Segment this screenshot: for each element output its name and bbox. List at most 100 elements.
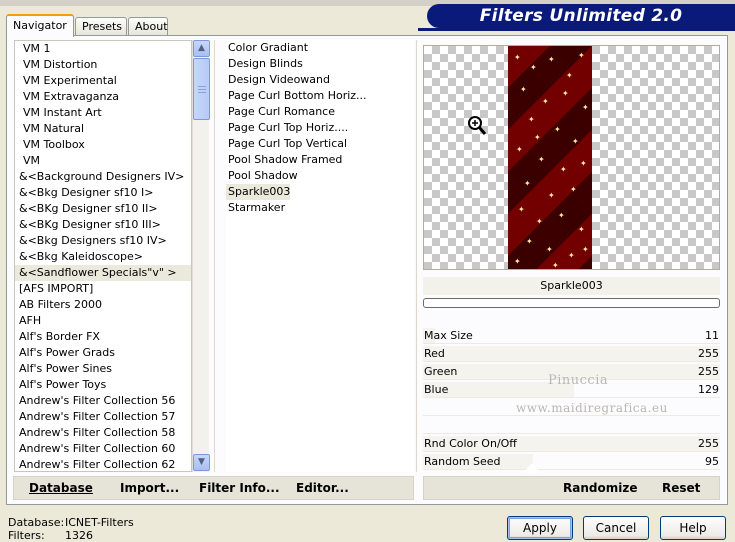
preview-image: ✦ ✦ ✦ ✦ ✦ ✦ ✦ ✦ ✦ ✦ ✦ ✦ ✦ ✦ ✦ ✦ ✦ ✦ ✦ ✦ ✦ ✦ ✦ ✦ ✦ ✦ ✦ ✦ ✦ ✦ bbox=[508, 46, 592, 270]
category-item[interactable]: VM Experimental bbox=[15, 73, 191, 89]
apply-button[interactable]: Apply bbox=[507, 516, 573, 540]
category-item[interactable]: VM Toolbox bbox=[15, 137, 191, 153]
preset-toolbar: Randomize Reset bbox=[423, 476, 720, 500]
param-slider[interactable]: Rnd Color On/Off 255 bbox=[423, 436, 720, 452]
slider-handle[interactable] bbox=[523, 463, 541, 473]
category-item[interactable]: VM Instant Art bbox=[15, 105, 191, 121]
filter-toolbar: Database Import... Filter Info... Editor… bbox=[13, 476, 414, 500]
filter-item[interactable]: Pool Shadow Framed bbox=[226, 152, 342, 168]
param-value: 129 bbox=[698, 383, 719, 396]
category-item[interactable]: VM Extravaganza bbox=[15, 89, 191, 105]
category-list[interactable]: VM 1 VM Distortion VM Experimental VM Extra… bbox=[14, 40, 192, 472]
tab-navigator[interactable]: Navigator bbox=[6, 14, 74, 37]
category-item[interactable]: VM 1 bbox=[15, 41, 191, 57]
sparkle-mark: ✦ bbox=[534, 133, 541, 142]
category-scrollbar[interactable]: ▲ ▼ bbox=[192, 40, 210, 472]
param-label: Max Size bbox=[424, 329, 473, 342]
filter-item[interactable]: Page Curl Top Vertical bbox=[226, 136, 347, 152]
param-value: 11 bbox=[705, 329, 719, 342]
randomize-button[interactable]: Randomize bbox=[563, 481, 637, 495]
zoom-icon[interactable] bbox=[467, 115, 487, 137]
sparkle-mark: ✦ bbox=[528, 115, 535, 124]
database-button[interactable]: Database bbox=[29, 481, 93, 495]
sparkle-mark: ✦ bbox=[570, 185, 577, 194]
import-button[interactable]: Import... bbox=[120, 481, 179, 495]
category-item[interactable]: VM Distortion bbox=[15, 57, 191, 73]
param-slider[interactable]: Red 255 bbox=[423, 346, 720, 362]
category-item[interactable]: AFH bbox=[15, 313, 191, 329]
scroll-thumb[interactable] bbox=[193, 58, 210, 120]
sparkle-mark: ✦ bbox=[546, 245, 553, 254]
category-item[interactable]: VM bbox=[15, 153, 191, 169]
filter-item[interactable]: Sparkle003 bbox=[226, 184, 291, 200]
param-label: Green bbox=[424, 365, 458, 378]
param-label: Rnd Color On/Off bbox=[424, 437, 517, 450]
list-divider bbox=[214, 40, 215, 472]
filter-item[interactable]: Pool Shadow bbox=[226, 168, 298, 184]
category-item[interactable]: Andrew's Filter Collection 60 bbox=[15, 441, 191, 457]
app-banner: Filters Unlimited 2.0 bbox=[427, 4, 735, 28]
category-item[interactable]: VM Natural bbox=[15, 121, 191, 137]
filter-item[interactable]: Page Curl Top Horiz.... bbox=[226, 120, 348, 136]
sparkle-mark: ✦ bbox=[578, 51, 585, 60]
filter-item[interactable]: Design Blinds bbox=[226, 56, 303, 72]
category-item[interactable]: Andrew's Filter Collection 56 bbox=[15, 393, 191, 409]
filter-item[interactable]: Page Curl Romance bbox=[226, 104, 335, 120]
category-item[interactable]: Alf's Power Toys bbox=[15, 377, 191, 393]
category-item[interactable]: &<BKg Designer sf10 III> bbox=[15, 217, 191, 233]
tab-about[interactable]: About bbox=[128, 17, 168, 36]
param-slider[interactable]: Random Seed 95 bbox=[423, 454, 720, 470]
preview-canvas[interactable]: ✦ ✦ ✦ ✦ ✦ ✦ ✦ ✦ ✦ ✦ ✦ ✦ ✦ ✦ ✦ ✦ ✦ ✦ ✦ ✦ ✦ ✦ ✦ ✦ ✦ ✦ ✦ ✦ ✦ ✦ bbox=[423, 45, 720, 270]
editor-button[interactable]: Editor... bbox=[296, 481, 349, 495]
sparkle-mark: ✦ bbox=[572, 137, 579, 146]
sparkle-mark: ✦ bbox=[582, 245, 589, 254]
sparkle-mark: ✦ bbox=[548, 191, 555, 200]
category-item[interactable]: &<Bkg Kaleidoscope> bbox=[15, 249, 191, 265]
category-item[interactable]: Andrew's Filter Collection 62 bbox=[15, 457, 191, 471]
category-item[interactable]: AB Filters 2000 bbox=[15, 297, 191, 313]
category-item[interactable]: Alf's Power Sines bbox=[15, 361, 191, 377]
cancel-button[interactable]: Cancel bbox=[583, 516, 649, 540]
reset-button[interactable]: Reset bbox=[662, 481, 700, 495]
scroll-down-button[interactable]: ▼ bbox=[193, 454, 210, 471]
sparkle-mark: ✦ bbox=[524, 179, 531, 188]
category-item[interactable]: [AFS IMPORT] bbox=[15, 281, 191, 297]
filter-item[interactable]: Page Curl Bottom Horiz... bbox=[226, 88, 367, 104]
category-item[interactable]: &<Background Designers IV> bbox=[15, 169, 191, 185]
sparkle-mark: ✦ bbox=[526, 237, 533, 246]
category-item[interactable]: Alf's Power Grads bbox=[15, 345, 191, 361]
filter-item[interactable]: Starmaker bbox=[226, 200, 285, 216]
category-item[interactable]: &<Bkg Designers sf10 IV> bbox=[15, 233, 191, 249]
sparkle-mark: ✦ bbox=[518, 205, 525, 214]
category-item[interactable]: Alf's Border FX bbox=[15, 329, 191, 345]
filter-item[interactable]: Color Gradiant bbox=[226, 40, 308, 56]
sparkle-mark: ✦ bbox=[562, 89, 569, 98]
filter-item[interactable]: Design Videowand bbox=[226, 72, 330, 88]
watermark-url: www.maidiregrafica.eu bbox=[516, 401, 668, 415]
scroll-up-button[interactable]: ▲ bbox=[193, 40, 210, 57]
help-button[interactable]: Help bbox=[660, 516, 726, 540]
category-item[interactable]: &<Bkg Designer sf10 I> bbox=[15, 185, 191, 201]
category-item[interactable]: Andrew's Filter Collection 58 bbox=[15, 425, 191, 441]
parameter-sliders: Max Size 11 Red 255 Green 255 Blue 129 Rnd Color… bbox=[423, 328, 720, 472]
category-item[interactable]: &<BKg Designer sf10 II> bbox=[15, 201, 191, 217]
param-value: 255 bbox=[698, 437, 719, 450]
tab-presets[interactable]: Presets bbox=[75, 17, 127, 36]
param-slider[interactable] bbox=[423, 418, 720, 434]
status-database-key: Database: bbox=[8, 516, 65, 529]
sparkle-mark: ✦ bbox=[538, 155, 545, 164]
filter-list[interactable]: Color Gradiant Design Blinds Design Videow… bbox=[226, 40, 414, 472]
param-label: Blue bbox=[424, 383, 449, 396]
sparkle-mark: ✦ bbox=[530, 63, 537, 72]
category-item[interactable]: &<Sandflower Specials"v" > bbox=[15, 265, 191, 281]
sparkle-mark: ✦ bbox=[580, 159, 587, 168]
sparkle-mark: ✦ bbox=[578, 225, 585, 234]
sparkle-mark: ✦ bbox=[566, 71, 573, 80]
category-item[interactable]: Andrew's Filter Collection 57 bbox=[15, 409, 191, 425]
param-value: 95 bbox=[705, 455, 719, 468]
sparkle-mark: ✦ bbox=[548, 55, 555, 64]
param-slider[interactable]: Max Size 11 bbox=[423, 328, 720, 344]
param-value: 255 bbox=[698, 365, 719, 378]
banner-underline bbox=[418, 28, 735, 31]
filter-info-button[interactable]: Filter Info... bbox=[199, 481, 280, 495]
